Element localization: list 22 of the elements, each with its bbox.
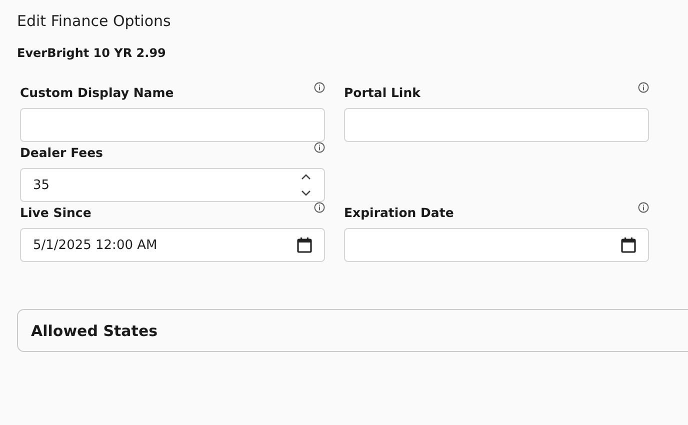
field-label: Expiration Date: [344, 205, 454, 220]
info-icon[interactable]: [314, 202, 325, 213]
date-field[interactable]: [344, 228, 649, 262]
calendar-icon[interactable]: [621, 237, 636, 253]
field-label: Live Since: [20, 205, 92, 220]
calendar-icon[interactable]: [297, 237, 312, 253]
info-icon[interactable]: [314, 142, 325, 153]
number-field[interactable]: 35: [20, 168, 325, 202]
allowed-states-panel[interactable]: Allowed States: [17, 309, 688, 352]
field-label: Portal Link: [344, 85, 420, 100]
field-label: Dealer Fees: [20, 145, 103, 160]
info-icon[interactable]: [638, 202, 649, 213]
field-label: Custom Display Name: [20, 85, 174, 100]
input-field[interactable]: [344, 108, 649, 142]
info-icon[interactable]: [314, 82, 325, 93]
date-field[interactable]: 5/1/2025 12:00 AM: [20, 228, 325, 262]
spinner-arrows-icon[interactable]: [300, 172, 312, 198]
finance-option-name: EverBright 10 YR 2.99: [17, 46, 166, 60]
info-icon[interactable]: [638, 82, 649, 93]
dialog-title: Edit Finance Options: [17, 12, 171, 30]
section-title: Allowed States: [31, 322, 158, 340]
input-field[interactable]: [20, 108, 325, 142]
